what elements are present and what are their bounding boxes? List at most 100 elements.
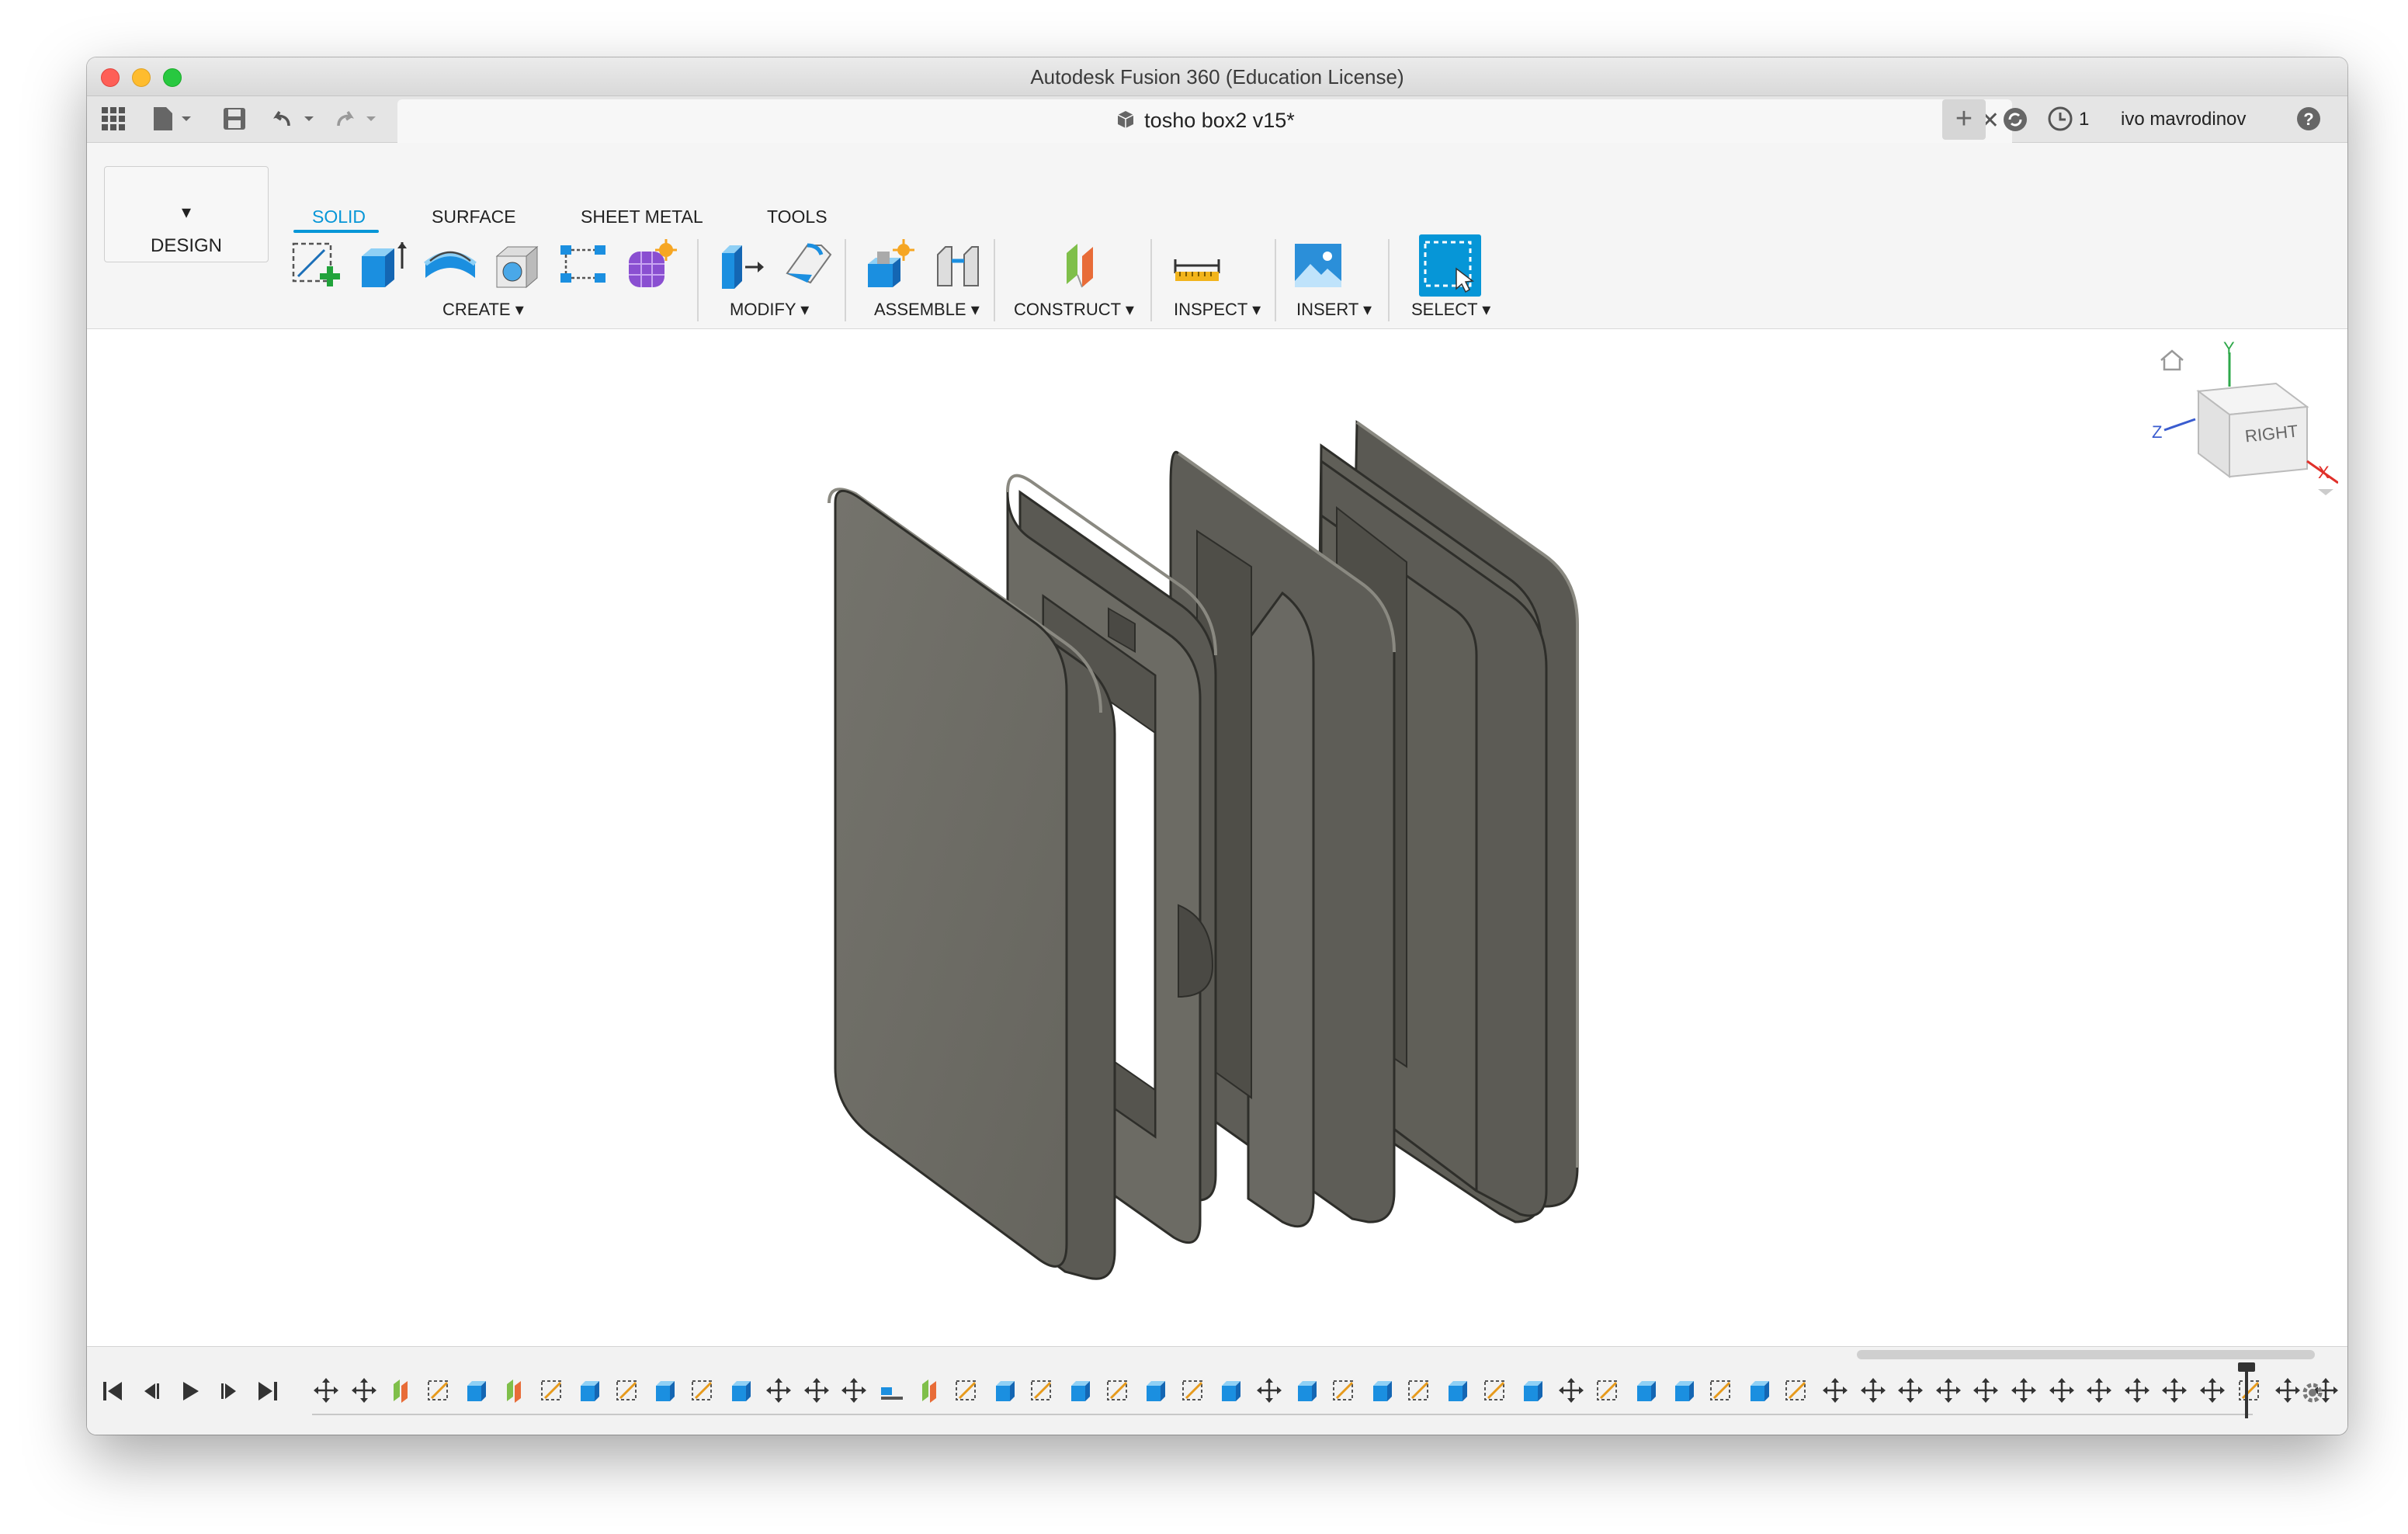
timeline-feature-sketch-icon[interactable] <box>689 1376 717 1407</box>
new-tab-plus-icon[interactable]: + <box>1942 99 1986 140</box>
timeline-feature-move-icon[interactable] <box>840 1376 868 1407</box>
clock-icon[interactable] <box>2045 106 2076 134</box>
press-pull-icon[interactable] <box>714 238 770 293</box>
timeline-feature-extrude-icon[interactable] <box>1746 1376 1774 1407</box>
timeline-feature-move-icon[interactable] <box>2085 1376 2113 1407</box>
timeline-feature-sketch-icon[interactable] <box>1331 1376 1358 1407</box>
document-tab[interactable]: tosho box2 v15* ✕ <box>397 99 2012 143</box>
timeline-feature-sketch-icon[interactable] <box>1105 1376 1133 1407</box>
timeline-feature-move-icon[interactable] <box>2123 1376 2151 1407</box>
timeline-feature-sketch-icon[interactable] <box>1594 1376 1622 1407</box>
timeline-feature-sketch-icon[interactable] <box>1029 1376 1057 1407</box>
help-icon[interactable]: ? <box>2293 106 2324 134</box>
hole-icon[interactable] <box>489 238 545 293</box>
model-canvas[interactable] <box>87 329 2347 1346</box>
timeline-feature-sketch-icon[interactable] <box>425 1376 453 1407</box>
timeline-feature-extrude-icon[interactable] <box>1067 1376 1095 1407</box>
timeline-feature-move-icon[interactable] <box>2274 1376 2302 1407</box>
timeline-feature-extrude-icon[interactable] <box>991 1376 1019 1407</box>
file-icon[interactable] <box>151 106 197 134</box>
timeline-feature-move-icon[interactable] <box>1859 1376 1887 1407</box>
form-icon[interactable] <box>623 238 678 293</box>
timeline-feature-sketch-icon[interactable] <box>1482 1376 1510 1407</box>
timeline-feature-move-icon[interactable] <box>2048 1376 2076 1407</box>
timeline-feature-sketch-icon[interactable] <box>1406 1376 1434 1407</box>
inspect-menu[interactable]: INSPECT ▾ <box>1174 300 1261 320</box>
timeline-feature-sketch-icon[interactable] <box>539 1376 567 1407</box>
timeline-feature-move-icon[interactable] <box>1557 1376 1585 1407</box>
timeline-feature-extrude-icon[interactable] <box>1369 1376 1397 1407</box>
3d-viewport[interactable]: Y Z X RIGHT <box>87 329 2347 1400</box>
timeline-feature-extrude-icon[interactable] <box>463 1376 491 1407</box>
sketch-icon[interactable] <box>289 238 345 293</box>
create-menu[interactable]: CREATE ▾ <box>442 300 524 320</box>
timeline-feature-extrude-icon[interactable] <box>1444 1376 1472 1407</box>
timeline-feature-move-icon[interactable] <box>350 1376 378 1407</box>
job-status-count[interactable]: 1 <box>2079 109 2089 130</box>
select-menu[interactable]: SELECT ▾ <box>1411 300 1490 320</box>
joint-icon[interactable] <box>930 238 986 293</box>
timeline-feature-sketch-icon[interactable] <box>1180 1376 1208 1407</box>
timeline-feature-move-icon[interactable] <box>2160 1376 2188 1407</box>
timeline-feature-move-icon[interactable] <box>765 1376 793 1407</box>
timeline-feature-plane-icon[interactable] <box>916 1376 944 1407</box>
timeline-feature-extrude-icon[interactable] <box>1217 1376 1245 1407</box>
timeline-position-marker[interactable] <box>2238 1362 2255 1418</box>
undo-icon[interactable] <box>270 106 324 134</box>
tab-solid[interactable]: SOLID <box>312 206 366 227</box>
assemble-menu[interactable]: ASSEMBLE ▾ <box>874 300 980 320</box>
timeline-feature-sketch-icon[interactable] <box>1708 1376 1736 1407</box>
timeline-feature-move-icon[interactable] <box>2010 1376 2038 1407</box>
timeline-feature-move-icon[interactable] <box>312 1376 340 1407</box>
timeline-feature-extrude-icon[interactable] <box>1519 1376 1547 1407</box>
insert-menu[interactable]: INSERT ▾ <box>1296 300 1372 320</box>
tab-surface[interactable]: SURFACE <box>432 206 516 227</box>
offset-plane-icon[interactable] <box>1056 238 1112 293</box>
user-name[interactable]: ivo mavrodinov <box>2121 109 2246 130</box>
workspace-switcher[interactable]: DESIGN ▾ <box>104 166 269 262</box>
fillet-icon[interactable] <box>781 238 837 293</box>
play-icon[interactable] <box>179 1380 202 1409</box>
timeline-feature-extrude-icon[interactable] <box>727 1376 755 1407</box>
timeline-feature-sketch-icon[interactable] <box>2236 1376 2264 1407</box>
view-cube[interactable]: Y Z X RIGHT <box>2152 338 2338 515</box>
timeline-feature-plane-icon[interactable] <box>387 1376 415 1407</box>
timeline-feature-move-icon[interactable] <box>1934 1376 1962 1407</box>
step-back-icon[interactable] <box>140 1380 163 1409</box>
timeline-feature-sketch-icon[interactable] <box>953 1376 981 1407</box>
timeline-feature-extrude-icon[interactable] <box>1293 1376 1321 1407</box>
extrude-icon[interactable] <box>356 238 411 293</box>
new-component-icon[interactable] <box>863 238 919 293</box>
timeline-feature-move-icon[interactable] <box>803 1376 831 1407</box>
timeline-feature-extrude-icon[interactable] <box>1142 1376 1170 1407</box>
redo-icon[interactable] <box>332 106 387 134</box>
insert-image-icon[interactable] <box>1290 238 1346 293</box>
tab-tools[interactable]: TOOLS <box>767 206 828 227</box>
step-forward-icon[interactable] <box>217 1380 241 1409</box>
timeline-feature-move-icon[interactable] <box>1821 1376 1849 1407</box>
timeline-feature-extrude-icon[interactable] <box>1671 1376 1698 1407</box>
timeline-scrollbar[interactable] <box>1857 1350 2315 1359</box>
timeline-feature-align-icon[interactable] <box>878 1376 906 1407</box>
go-to-start-icon[interactable] <box>101 1380 124 1409</box>
tab-sheet-metal[interactable]: SHEET METAL <box>581 206 703 227</box>
timeline-feature-move-icon[interactable] <box>1255 1376 1283 1407</box>
timeline-feature-extrude-icon[interactable] <box>651 1376 679 1407</box>
grid-icon[interactable] <box>98 106 129 134</box>
save-icon[interactable] <box>219 106 250 134</box>
timeline-feature-move-icon[interactable] <box>1972 1376 2000 1407</box>
modify-menu[interactable]: MODIFY ▾ <box>730 300 809 320</box>
timeline-feature-extrude-icon[interactable] <box>1633 1376 1660 1407</box>
pattern-icon[interactable] <box>556 238 612 293</box>
timeline-feature-sketch-icon[interactable] <box>614 1376 642 1407</box>
timeline-feature-plane-icon[interactable] <box>501 1376 529 1407</box>
select-icon[interactable] <box>1419 234 1481 297</box>
timeline-feature-sketch-icon[interactable] <box>1783 1376 1811 1407</box>
revolve-icon[interactable] <box>422 238 478 293</box>
timeline-feature-move-icon[interactable] <box>2198 1376 2226 1407</box>
construct-menu[interactable]: CONSTRUCT ▾ <box>1014 300 1134 320</box>
timeline-feature-extrude-icon[interactable] <box>576 1376 604 1407</box>
timeline-feature-move-icon[interactable] <box>1896 1376 1924 1407</box>
gear-icon[interactable] <box>2299 1380 2326 1412</box>
go-to-end-icon[interactable] <box>256 1380 279 1409</box>
